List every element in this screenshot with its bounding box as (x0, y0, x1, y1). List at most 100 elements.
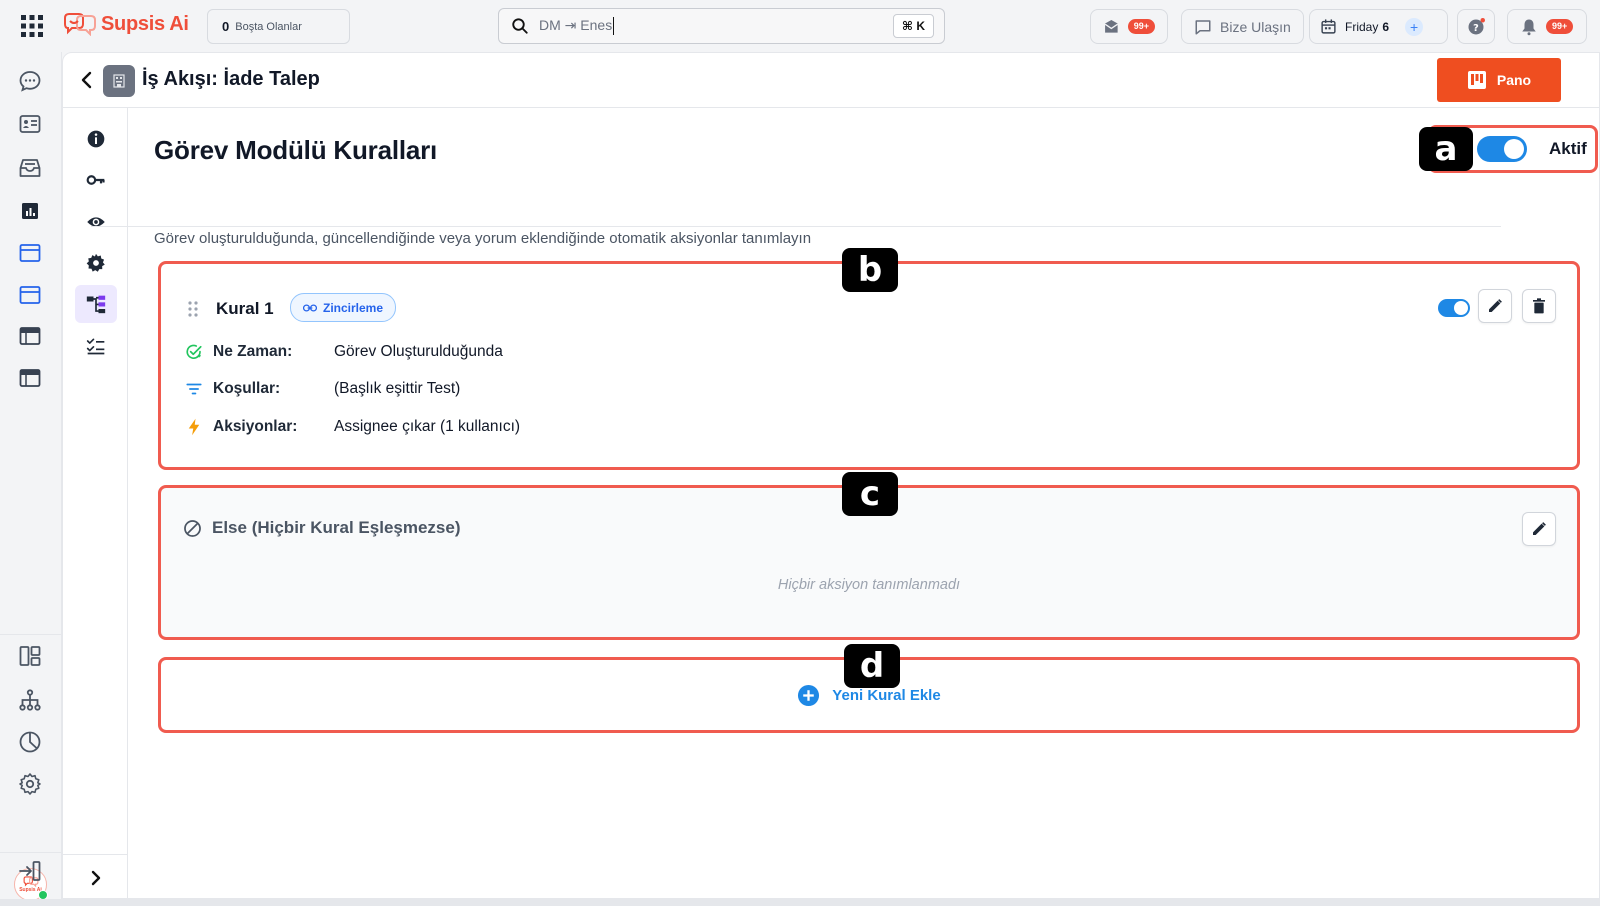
pencil-icon (1533, 522, 1546, 535)
logout-icon[interactable] (18, 859, 42, 883)
rule-toggle[interactable] (1438, 299, 1470, 317)
app-logo[interactable]: Supsis Ai (63, 12, 189, 36)
contact-button[interactable]: Bize Ulaşın (1181, 9, 1304, 44)
mail-button[interactable]: 99+ (1090, 9, 1168, 44)
chevron-left-icon (81, 71, 92, 89)
blocked-icon (184, 519, 201, 537)
delete-rule-button[interactable] (1522, 289, 1556, 323)
filter-icon (186, 383, 202, 395)
inbox-icon[interactable] (18, 156, 42, 180)
active-label: Aktif (1549, 139, 1587, 158)
logo-mark-icon (64, 13, 96, 36)
chevron-right-icon (91, 870, 100, 885)
pano-label: Pano (1496, 72, 1532, 88)
calendar-icon (1321, 19, 1336, 34)
help-icon: ? (1468, 17, 1485, 34)
edit-rule-button[interactable] (1478, 289, 1512, 323)
day-number: 6 (1382, 19, 1390, 34)
trash-icon (1533, 298, 1545, 314)
notifications-badge: 99+ (1546, 19, 1574, 34)
check-circle-icon (186, 344, 202, 360)
edit-else-button[interactable] (1522, 512, 1556, 546)
chaining-label: Zincirleme (323, 300, 384, 315)
pencil-icon (1489, 299, 1502, 312)
settings-icon[interactable] (18, 772, 42, 796)
section-title: Görev Modülü Kuralları (154, 135, 438, 165)
add-event-icon[interactable]: + (1405, 17, 1424, 36)
left-nav: Supsis Ai (0, 52, 62, 901)
checklist-icon[interactable] (75, 327, 117, 365)
board-icon (1467, 71, 1486, 89)
search-icon (512, 18, 528, 34)
idle-agents-counter[interactable]: 0 Boşta Olanlar (207, 9, 350, 44)
else-title: Else (Hiçbir Kural Eşleşmezse) (212, 518, 461, 537)
layout-icon[interactable] (18, 644, 42, 668)
rule-row-conditions: Koşullar: (Başlık eşittir Test) (185, 380, 460, 398)
chat-icon[interactable] (18, 69, 42, 93)
hierarchy-icon[interactable] (18, 688, 42, 712)
conditions-key: Koşullar: (213, 380, 281, 397)
text-caret (613, 17, 615, 36)
notifications-button[interactable]: 99+ (1507, 9, 1587, 44)
nav-divider (0, 634, 62, 635)
section-description: Görev oluşturulduğunda, güncellendiğinde… (154, 230, 812, 247)
rule-name: Kural 1 (216, 299, 274, 318)
marker-b: b (842, 248, 898, 292)
chaining-badge: Zincirleme (290, 293, 397, 322)
title-divider (91, 226, 1501, 227)
contact-label: Bize Ulaşın (1220, 18, 1291, 35)
active-toggle[interactable] (1477, 136, 1527, 162)
pano-button[interactable]: Pano (1437, 58, 1561, 102)
top-bar: Supsis Ai 0 Boşta Olanlar DM ⇥ Enes ⌘ K … (0, 0, 1600, 52)
pie-chart-icon[interactable] (18, 730, 42, 754)
help-button[interactable]: ? (1457, 9, 1495, 44)
date-label: Friday 6 (1345, 20, 1389, 34)
window-icon[interactable] (18, 283, 42, 307)
message-icon (1195, 19, 1211, 34)
svg-text:?: ? (1473, 22, 1479, 33)
expand-subnav-button[interactable] (63, 854, 128, 900)
rule-row-when: Ne Zaman: Görev Oluşturulduğunda (185, 343, 503, 361)
link-icon (303, 303, 317, 312)
rule-row-actions: Aksiyonlar: Assignee çıkar (1 kullanıcı) (185, 418, 520, 436)
plus-circle-icon (798, 684, 820, 706)
bell-icon (1522, 19, 1536, 35)
window-icon[interactable] (18, 241, 42, 265)
actions-value: Assignee çıkar (1 kullanıcı) (334, 418, 521, 435)
marker-d: d (844, 644, 900, 688)
app-name: Supsis Ai (101, 12, 189, 35)
search-shortcut: ⌘ K (892, 14, 934, 38)
report-icon[interactable] (18, 199, 42, 223)
workflow-thumbnail-icon (103, 65, 135, 97)
else-title-row: Else (Hiçbir Kural Eşleşmezse) (183, 518, 461, 538)
idle-count: 0 (222, 19, 230, 34)
back-button[interactable] (77, 69, 97, 91)
page-title: İş Akışı: İade Talep (142, 68, 320, 90)
add-rule-label: Yeni Kural Ekle (832, 686, 941, 704)
search-input[interactable]: DM ⇥ Enes (539, 16, 615, 36)
browser-icon[interactable] (18, 366, 42, 390)
toggle-knob (1504, 139, 1524, 159)
when-value: Görev Oluşturulduğunda (334, 343, 503, 360)
toggle-knob (1454, 301, 1468, 315)
rule-card: Kural 1 Zincirleme Ne Zaman: Görev Oluşt… (158, 261, 1580, 470)
main-panel: İş Akışı: İade Talep Pano Görev Modülü K (62, 52, 1600, 900)
info-icon[interactable] (75, 120, 117, 158)
panel-header: İş Akışı: İade Talep Pano (63, 53, 1599, 108)
drag-handle-icon[interactable] (187, 300, 199, 318)
global-search[interactable]: DM ⇥ Enes ⌘ K (498, 8, 945, 44)
contact-card-icon[interactable] (18, 112, 42, 136)
actions-key: Aksiyonlar: (213, 418, 298, 435)
eye-icon[interactable] (75, 203, 117, 241)
calendar-chip[interactable]: Friday 6 + (1309, 9, 1448, 44)
marker-a: a (1419, 127, 1473, 171)
bolt-icon (188, 418, 200, 436)
gear-icon[interactable] (75, 244, 117, 282)
workflow-icon[interactable] (75, 285, 117, 323)
key-icon[interactable] (75, 161, 117, 199)
apps-grid-icon[interactable] (20, 14, 44, 38)
search-value: DM ⇥ Enes (539, 16, 613, 33)
idle-label: Boşta Olanlar (235, 20, 302, 33)
browser-icon[interactable] (18, 324, 42, 348)
marker-c: c (842, 472, 898, 516)
